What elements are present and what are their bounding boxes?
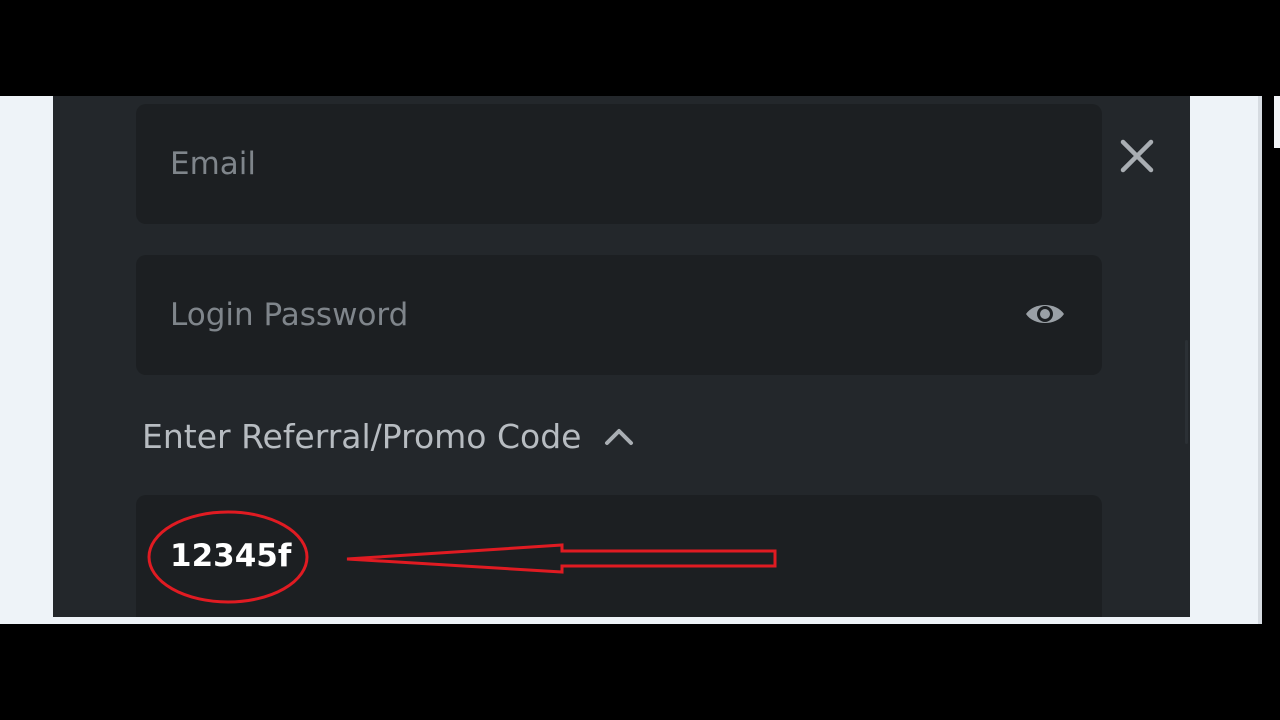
adjacent-window-bar [1274, 96, 1280, 148]
screen: Email Login Password Enter Referral/Prom… [0, 0, 1280, 720]
modal-scrollbar[interactable] [1185, 340, 1188, 444]
email-placeholder: Email [170, 146, 257, 182]
eye-icon[interactable] [1024, 298, 1066, 330]
promo-code-value: 12345f [170, 538, 292, 574]
register-modal: Email Login Password Enter Referral/Prom… [53, 96, 1190, 617]
close-icon[interactable] [1119, 138, 1155, 174]
adjacent-window-edge [1262, 96, 1280, 624]
promo-code-field[interactable]: 12345f [136, 495, 1102, 617]
promo-code-toggle[interactable]: Enter Referral/Promo Code [142, 408, 635, 464]
chevron-up-icon [605, 429, 634, 445]
password-field[interactable]: Login Password [136, 255, 1102, 375]
password-placeholder: Login Password [170, 297, 409, 333]
promo-code-label: Enter Referral/Promo Code [142, 416, 582, 456]
browser-viewport: Email Login Password Enter Referral/Prom… [0, 96, 1280, 624]
email-field[interactable]: Email [136, 104, 1102, 224]
